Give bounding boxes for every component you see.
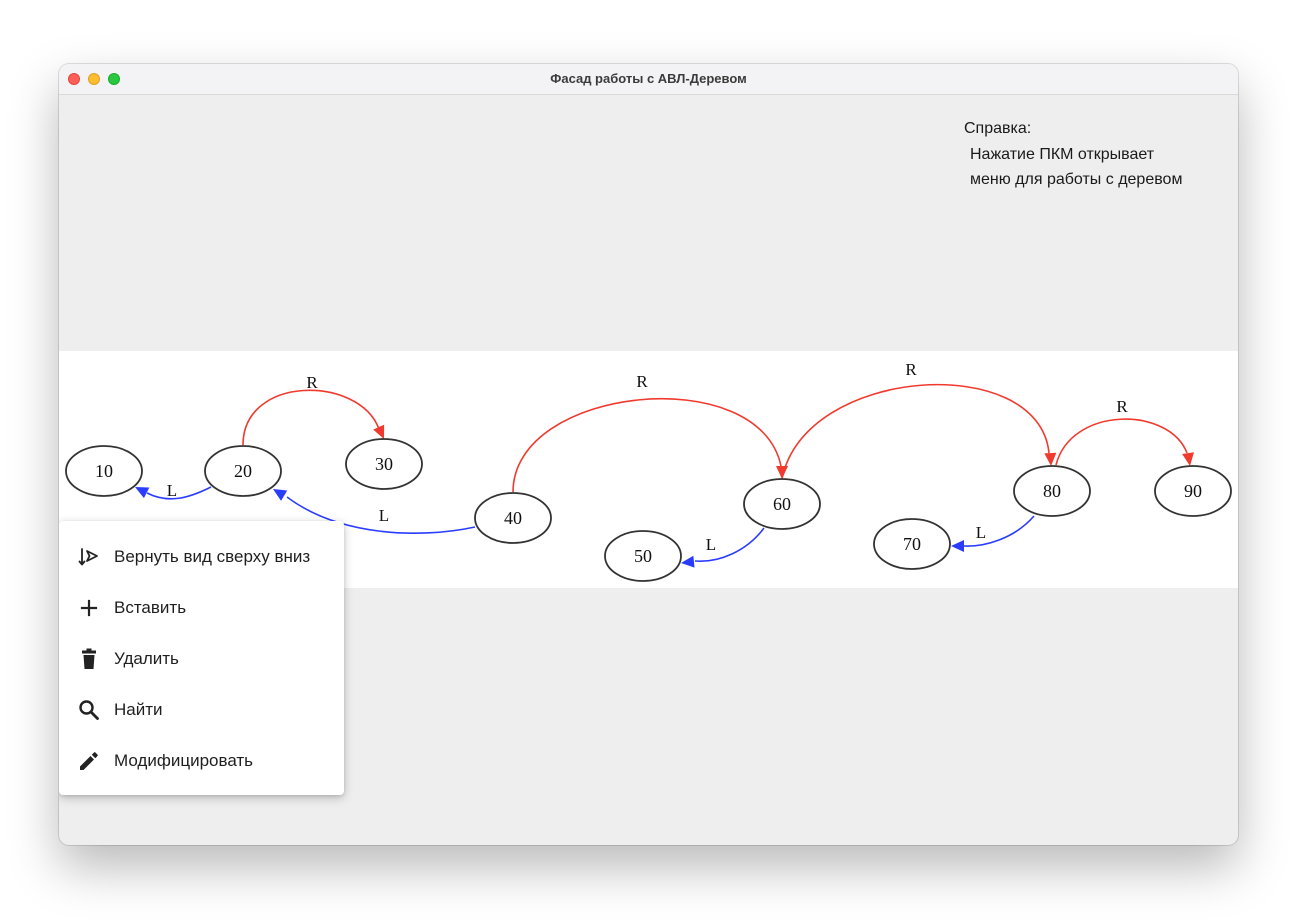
pencil-icon — [77, 749, 101, 773]
help-panel: Справка: Нажатие ПКМ открывает меню для … — [964, 116, 1234, 193]
tree-edge-l-60-50: L — [681, 527, 765, 568]
tree-edge-l-20-10: L — [135, 481, 212, 500]
help-line-1: Нажатие ПКМ открывает — [970, 145, 1155, 163]
tree-node-20[interactable]: 20 — [204, 445, 282, 497]
tree-node-label: 30 — [375, 454, 393, 474]
help-line-2: меню для работы с деревом — [970, 171, 1183, 188]
tree-node-label: 20 — [234, 461, 252, 481]
tree-node-40[interactable]: 40 — [474, 492, 552, 544]
edge-label: L — [706, 535, 716, 554]
tree-node-label: 50 — [634, 546, 652, 566]
tree-node-30[interactable]: 30 — [345, 438, 423, 490]
window-title: Фасад работы с АВЛ-Деревом — [550, 71, 747, 86]
menu-item-label: Вернуть вид сверху вниз — [114, 546, 311, 566]
trash-icon — [77, 647, 101, 671]
edge-label: L — [976, 523, 986, 542]
edge-label: R — [636, 372, 648, 391]
edge-label: L — [167, 481, 177, 500]
plus-icon — [77, 596, 101, 620]
tree-node-label: 70 — [903, 534, 921, 554]
tree-node-60[interactable]: 60 — [743, 478, 821, 530]
edge-label: R — [905, 360, 917, 379]
tree-edge-r-20-30: R — [242, 373, 385, 446]
menu-item-find[interactable]: Найти — [59, 684, 344, 735]
menu-item-label: Удалить — [114, 648, 179, 668]
menu-item-label: Вставить — [114, 597, 187, 617]
menu-item-label: Найти — [114, 699, 163, 719]
top-down-view-icon — [77, 545, 101, 569]
tree-node-70[interactable]: 70 — [873, 518, 951, 570]
title-bar: Фасад работы с АВЛ-Деревом — [59, 64, 1238, 95]
menu-item-modify[interactable]: Модифицировать — [59, 735, 344, 786]
menu-item-top-down-view[interactable]: Вернуть вид сверху вниз — [59, 531, 344, 582]
app-window: Фасад работы с АВЛ-Деревом Справка: Нажа… — [59, 64, 1238, 845]
tree-node-label: 10 — [95, 461, 113, 481]
tree-edge-l-80-70: L — [951, 515, 1035, 552]
tree-edge-r-60-80: R — [781, 360, 1057, 480]
tree-node-label: 40 — [504, 508, 522, 528]
tree-edge-r-80-90: R — [1055, 397, 1195, 466]
tree-node-label: 90 — [1184, 481, 1202, 501]
tree-node-80[interactable]: 80 — [1013, 465, 1091, 517]
edge-label: R — [1116, 397, 1128, 416]
tree-node-label: 60 — [773, 494, 791, 514]
tree-edge-r-40-60: R — [512, 372, 788, 493]
tree-node-50[interactable]: 50 — [604, 530, 682, 582]
menu-item-delete[interactable]: Удалить — [59, 633, 344, 684]
help-heading: Справка: — [964, 120, 1032, 137]
tree-node-10[interactable]: 10 — [65, 445, 143, 497]
tree-node-90[interactable]: 90 — [1154, 465, 1232, 517]
edge-label: R — [306, 373, 318, 392]
context-menu: Вернуть вид сверху вниз Вставить Удалить — [59, 521, 344, 795]
search-icon — [77, 698, 101, 722]
tree-node-label: 80 — [1043, 481, 1061, 501]
menu-item-insert[interactable]: Вставить — [59, 582, 344, 633]
menu-item-label: Модифицировать — [114, 750, 254, 770]
edge-label: L — [379, 506, 389, 525]
